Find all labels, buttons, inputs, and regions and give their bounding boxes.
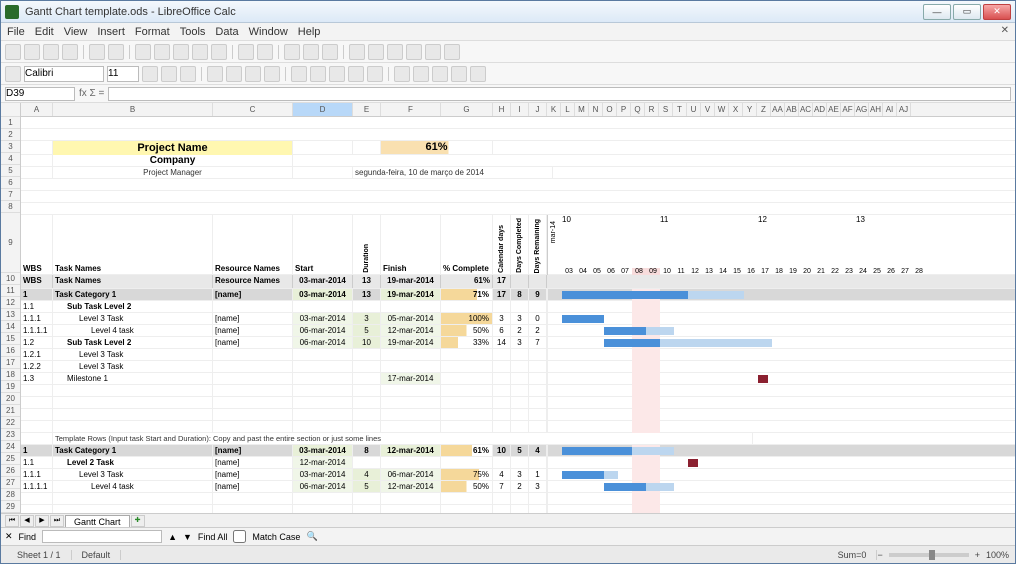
find-options-icon[interactable]: 🔍 [306, 531, 317, 542]
open-icon[interactable] [24, 44, 40, 60]
chart-icon[interactable] [322, 44, 338, 60]
match-case-checkbox[interactable] [233, 530, 246, 543]
zoom-in-icon[interactable]: + [975, 550, 980, 560]
decimal-add-icon[interactable] [348, 66, 364, 82]
formatting-toolbar [1, 63, 1015, 85]
zoom-icon[interactable] [425, 44, 441, 60]
sort-asc-icon[interactable] [284, 44, 300, 60]
fontcolor-icon[interactable] [470, 66, 486, 82]
indent-inc-icon[interactable] [413, 66, 429, 82]
mail-icon[interactable] [62, 44, 78, 60]
preview-icon[interactable] [108, 44, 124, 60]
zoom-slider[interactable] [889, 553, 969, 557]
help-icon[interactable] [444, 44, 460, 60]
print-icon[interactable] [89, 44, 105, 60]
styles-icon[interactable] [5, 66, 21, 82]
tab-next-icon[interactable]: ▶ [35, 515, 49, 527]
doc-close-icon[interactable]: ✕ [1001, 25, 1009, 36]
menu-format[interactable]: Format [135, 26, 170, 38]
statusbar: Sheet 1 / 1 Default Sum=0 − + 100% [1, 545, 1015, 563]
formatbrush-icon[interactable] [211, 44, 227, 60]
find-prev-icon[interactable]: ▲ [168, 532, 177, 542]
new-icon[interactable] [5, 44, 21, 60]
align-center-icon[interactable] [226, 66, 242, 82]
status-sum: Sum=0 [828, 550, 878, 560]
menu-edit[interactable]: Edit [35, 26, 54, 38]
find-toolbar: ✕ Find ▲ ▼ Find All Match Case 🔍 [1, 527, 1015, 545]
tab-prev-icon[interactable]: ◀ [20, 515, 34, 527]
zoom-value: 100% [986, 550, 1009, 560]
gallery-icon[interactable] [387, 44, 403, 60]
tab-bar: ⏮ ◀ ▶ ⏭ Gantt Chart ✚ [1, 513, 1015, 527]
borders-icon[interactable] [432, 66, 448, 82]
tab-last-icon[interactable]: ⏭ [50, 515, 64, 527]
status-sheet: Sheet 1 / 1 [7, 550, 72, 560]
font-name-input[interactable] [24, 66, 104, 82]
menubar: File Edit View Insert Format Tools Data … [1, 23, 1015, 41]
find-all-button[interactable]: Find All [198, 532, 228, 542]
datasources-icon[interactable] [406, 44, 422, 60]
undo-icon[interactable] [238, 44, 254, 60]
menu-view[interactable]: View [64, 26, 88, 38]
close-button[interactable]: ✕ [983, 4, 1011, 20]
zoom-out-icon[interactable]: − [877, 550, 882, 560]
paste-icon[interactable] [192, 44, 208, 60]
bold-icon[interactable] [142, 66, 158, 82]
tab-add-icon[interactable]: ✚ [131, 515, 145, 527]
sort-desc-icon[interactable] [303, 44, 319, 60]
find-next-icon[interactable]: ▼ [183, 532, 192, 542]
percent-icon[interactable] [329, 66, 345, 82]
find-label: Find [19, 532, 37, 542]
decimal-remove-icon[interactable] [367, 66, 383, 82]
formula-bar: fx Σ = [1, 85, 1015, 103]
font-size-input[interactable] [107, 66, 139, 82]
bgcolor-icon[interactable] [451, 66, 467, 82]
merge-icon[interactable] [291, 66, 307, 82]
redo-icon[interactable] [257, 44, 273, 60]
grid[interactable]: ABCDEFGHIJKLMNOPQRSTUVWXYZAAABACADAEAFAG… [21, 103, 1015, 513]
align-right-icon[interactable] [245, 66, 261, 82]
indent-dec-icon[interactable] [394, 66, 410, 82]
window-title: Gantt Chart template.ods - LibreOffice C… [25, 6, 923, 18]
navigator-icon[interactable] [368, 44, 384, 60]
menu-file[interactable]: File [7, 26, 25, 38]
find-close-icon[interactable]: ✕ [5, 531, 13, 542]
italic-icon[interactable] [161, 66, 177, 82]
fx-icon[interactable]: fx Σ = [79, 88, 104, 99]
sheet-area: 1234567891011121314151617181920212223242… [1, 103, 1015, 513]
match-case-label: Match Case [252, 532, 300, 542]
minimize-button[interactable]: — [923, 4, 951, 20]
find-input[interactable] [42, 530, 162, 543]
find-icon[interactable] [349, 44, 365, 60]
status-style: Default [72, 550, 122, 560]
menu-data[interactable]: Data [215, 26, 238, 38]
save-icon[interactable] [43, 44, 59, 60]
titlebar: Gantt Chart template.ods - LibreOffice C… [1, 1, 1015, 23]
standard-toolbar [1, 41, 1015, 63]
app-window: Gantt Chart template.ods - LibreOffice C… [0, 0, 1016, 564]
menu-window[interactable]: Window [249, 26, 288, 38]
menu-help[interactable]: Help [298, 26, 321, 38]
row-headers[interactable]: 1234567891011121314151617181920212223242… [1, 103, 21, 513]
align-justify-icon[interactable] [264, 66, 280, 82]
menu-insert[interactable]: Insert [97, 26, 125, 38]
sheet-tab[interactable]: Gantt Chart [65, 515, 130, 527]
formula-input[interactable] [108, 87, 1011, 101]
spellcheck-icon[interactable] [135, 44, 151, 60]
app-icon [5, 5, 19, 19]
menu-tools[interactable]: Tools [180, 26, 206, 38]
tab-first-icon[interactable]: ⏮ [5, 515, 19, 527]
copy-icon[interactable] [173, 44, 189, 60]
name-box[interactable] [5, 87, 75, 101]
align-left-icon[interactable] [207, 66, 223, 82]
maximize-button[interactable]: ▭ [953, 4, 981, 20]
underline-icon[interactable] [180, 66, 196, 82]
currency-icon[interactable] [310, 66, 326, 82]
column-headers[interactable]: ABCDEFGHIJKLMNOPQRSTUVWXYZAAABACADAEAFAG… [21, 103, 1015, 117]
cut-icon[interactable] [154, 44, 170, 60]
